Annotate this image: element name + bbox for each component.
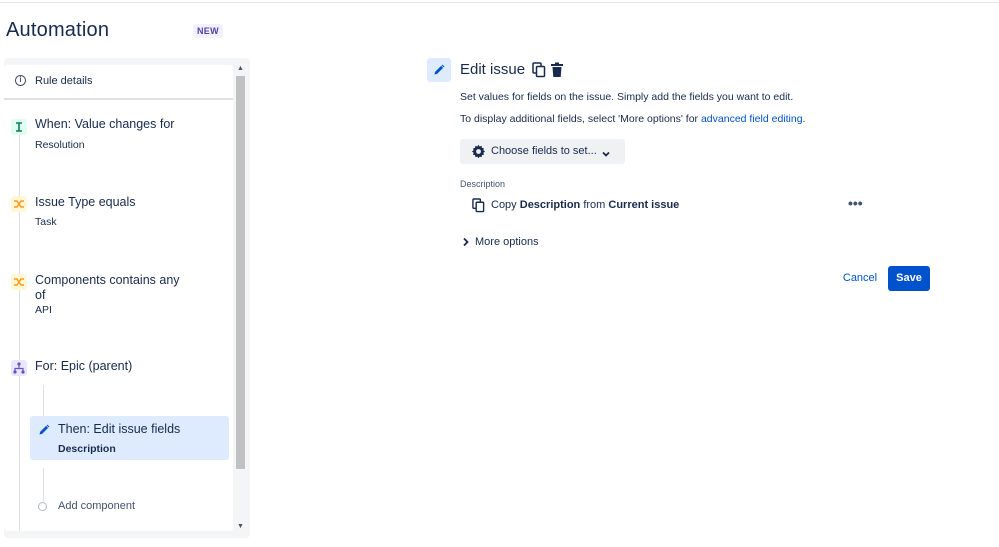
step-title: Issue Type equals	[35, 195, 136, 209]
info-icon: i	[15, 75, 26, 86]
field-value-text: Copy Description from Current issue	[491, 199, 680, 211]
step-title: When: Value changes for	[35, 117, 175, 131]
save-button[interactable]: Save	[888, 266, 930, 291]
step-subtitle: API	[35, 304, 52, 316]
step-subtitle: Resolution	[35, 139, 85, 151]
action-description: Set values for fields on the issue. Simp…	[460, 91, 794, 103]
step-condition-components[interactable]: Components contains any of API	[4, 273, 233, 325]
step-title-line2: of	[35, 288, 46, 302]
condition-icon	[11, 274, 27, 290]
pencil-icon	[434, 64, 445, 75]
step-trigger[interactable]: When: Value changes for Resolution	[4, 117, 233, 167]
step-title: Components contains any	[35, 273, 180, 287]
add-component-dot-icon	[38, 502, 47, 511]
advanced-field-editing-link[interactable]: advanced field editing	[701, 113, 803, 125]
rule-steps-list: i Rule details When: Value changes for R…	[4, 65, 233, 531]
add-component-button[interactable]: Add component	[30, 497, 229, 517]
step-title: Then: Edit issue fields	[58, 422, 181, 436]
action-hint: To display additional fields, select 'Mo…	[460, 113, 805, 125]
more-actions-icon[interactable]: •••	[848, 196, 866, 212]
step-subtitle: Task	[35, 216, 57, 228]
step-condition-issue-type[interactable]: Issue Type equals Task	[4, 195, 233, 235]
add-component-label: Add component	[58, 500, 136, 512]
step-title: For: Epic (parent)	[35, 359, 133, 373]
new-badge: NEW	[193, 24, 223, 38]
delete-icon[interactable]	[550, 62, 564, 78]
trigger-icon	[11, 119, 27, 135]
step-branch-epic[interactable]: For: Epic (parent)	[4, 359, 233, 381]
choose-fields-label: Choose fields to set...	[491, 145, 597, 157]
hint-text: To display additional fields, select 'Mo…	[460, 113, 701, 125]
scrollbar-thumb[interactable]	[236, 76, 245, 469]
rule-details-item[interactable]: i Rule details	[4, 65, 233, 100]
chevron-down-icon	[601, 146, 611, 157]
hint-suffix: .	[802, 113, 806, 125]
choose-fields-dropdown[interactable]: Choose fields to set...	[460, 139, 625, 164]
step-action-edit-issue[interactable]: Then: Edit issue fields Description	[30, 416, 229, 460]
more-options-label: More options	[475, 236, 539, 248]
page-title: Automation	[6, 19, 110, 41]
step-subtitle: Description	[58, 443, 116, 455]
branch-icon	[11, 360, 27, 376]
gear-icon	[471, 144, 486, 159]
scroll-down-arrow-icon[interactable]: ▼	[235, 522, 246, 532]
top-border	[0, 0, 999, 3]
pencil-icon	[38, 423, 50, 435]
condition-icon	[11, 196, 27, 212]
field-label-description: Description	[460, 179, 506, 189]
duplicate-icon[interactable]	[532, 62, 546, 78]
rule-details-label: Rule details	[35, 75, 93, 87]
chevron-right-icon	[462, 237, 470, 250]
copy-icon	[472, 198, 485, 213]
action-title: Edit issue	[460, 61, 526, 78]
rule-sidebar: i Rule details When: Value changes for R…	[4, 58, 250, 538]
sidebar-scrollbar[interactable]: ▲ ▼	[235, 64, 246, 532]
scroll-up-arrow-icon[interactable]: ▲	[235, 64, 246, 74]
cancel-button[interactable]: Cancel	[838, 266, 882, 291]
edit-action-icon-box	[427, 58, 451, 82]
